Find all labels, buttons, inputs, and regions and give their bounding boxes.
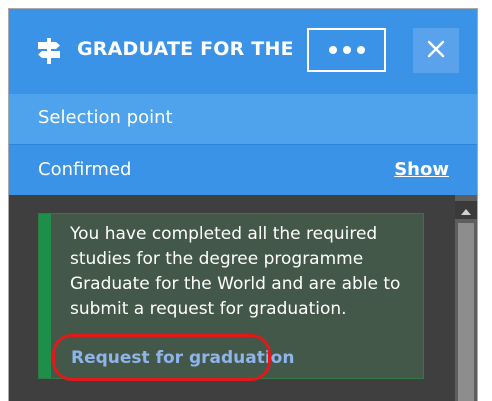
close-icon bbox=[427, 40, 445, 62]
selection-point-row: Selection point bbox=[9, 94, 477, 144]
panel-title: GRADUATE FOR THE... bbox=[77, 38, 292, 60]
close-button[interactable] bbox=[413, 28, 459, 73]
panel-header: GRADUATE FOR THE... bbox=[9, 9, 477, 94]
confirmed-label: Confirmed bbox=[38, 159, 132, 180]
notice-message: You have completed all the required stud… bbox=[70, 224, 401, 319]
scrollbar-thumb[interactable] bbox=[458, 223, 474, 401]
more-dot bbox=[342, 46, 351, 54]
chevron-up-icon bbox=[460, 201, 472, 220]
selection-point-label: Selection point bbox=[38, 107, 173, 128]
graduation-notice: You have completed all the required stud… bbox=[38, 213, 424, 379]
confirmed-row: Confirmed Show bbox=[9, 144, 477, 195]
request-graduation-link[interactable]: Request for graduation bbox=[71, 348, 294, 368]
notice-accent-bar bbox=[39, 214, 51, 378]
more-dots-icon bbox=[328, 46, 337, 54]
more-options-button[interactable] bbox=[307, 28, 386, 72]
show-link[interactable]: Show bbox=[394, 145, 449, 195]
page: GRADUATE FOR THE... Selection point Conf… bbox=[0, 0, 492, 401]
signpost-icon bbox=[34, 36, 64, 66]
vertical-scrollbar[interactable] bbox=[455, 195, 477, 401]
scroll-up-button[interactable] bbox=[455, 201, 477, 219]
more-dot bbox=[356, 46, 365, 54]
graduation-panel: GRADUATE FOR THE... Selection point Conf… bbox=[8, 8, 478, 401]
